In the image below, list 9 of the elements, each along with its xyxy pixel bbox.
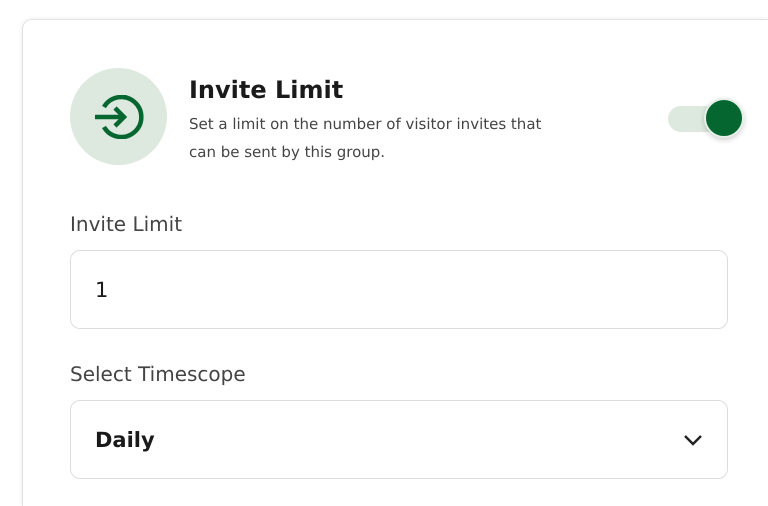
select-field[interactable]: Daily — [70, 400, 728, 479]
field-label: Select Timescope — [70, 362, 247, 386]
input-field[interactable]: 1 — [70, 250, 728, 329]
chevron-down-icon — [683, 434, 703, 446]
field-label: Invite Limit — [70, 212, 184, 236]
section-title: Invite Limit — [189, 76, 344, 104]
toggle-switch[interactable] — [668, 98, 746, 138]
section-description: Set a limit on the number of visitor invites that can be sent by this group. — [189, 114, 542, 163]
sign-in-icon — [94, 94, 144, 138]
